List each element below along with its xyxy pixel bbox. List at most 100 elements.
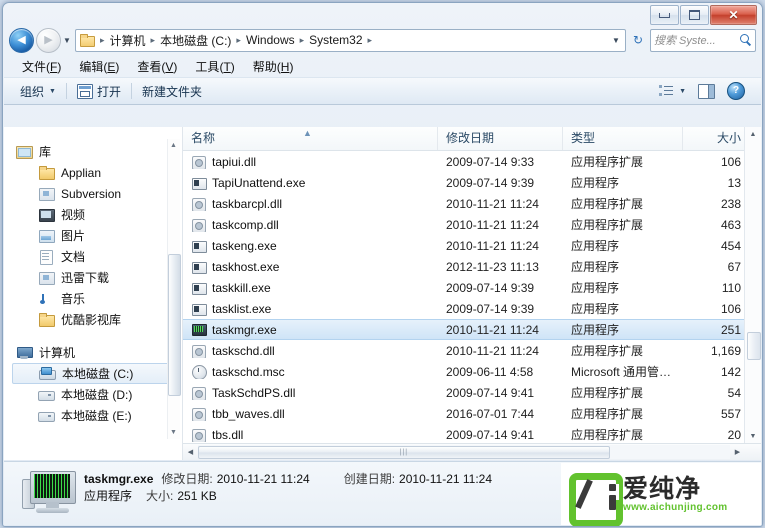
menu-item-edit[interactable]: 编辑(E) xyxy=(70,56,128,77)
help-button[interactable]: ? xyxy=(721,80,751,102)
breadcrumb-item-drive-c[interactable]: 本地磁盘 (C:) xyxy=(158,31,233,50)
address-dropdown-button[interactable]: ▼ xyxy=(609,36,623,45)
table-row[interactable]: taskbarcpl.dll 2010-11-21 11:24 应用程序扩展 2… xyxy=(183,193,761,214)
table-row[interactable]: TapiUnattend.exe 2009-07-14 9:39 应用程序 13 xyxy=(183,172,761,193)
breadcrumb-item-computer[interactable]: 计算机 xyxy=(108,31,148,50)
breadcrumb[interactable]: ▸ 计算机 ▸ 本地磁盘 (C:) ▸ Windows ▸ System32 ▸… xyxy=(75,28,626,52)
main-content: 库 Applian Subversion 视频 图片 文档 迅雷下载 音乐 优酷… xyxy=(4,127,761,460)
scroll-right-button[interactable]: ▶ xyxy=(730,445,745,460)
table-row[interactable]: taskeng.exe 2010-11-21 11:24 应用程序 454 xyxy=(183,235,761,256)
column-header-type[interactable]: 类型 xyxy=(563,127,683,150)
sort-ascending-icon: ▲ xyxy=(303,128,312,138)
preview-pane-button[interactable] xyxy=(692,82,721,101)
column-headers: 名称 修改日期 类型 大小 ▲ xyxy=(183,127,761,151)
sidebar-item-music[interactable]: 音乐 xyxy=(4,288,182,309)
help-icon: ? xyxy=(727,82,745,100)
column-header-date[interactable]: 修改日期 xyxy=(438,127,563,150)
sidebar-item-subversion[interactable]: Subversion xyxy=(4,183,182,204)
menu-item-file[interactable]: 文件(F) xyxy=(13,56,70,77)
navigation-scrollbar[interactable]: ▲ ▼ xyxy=(167,139,181,439)
cell-type: 应用程序 xyxy=(571,239,620,253)
sidebar-item-label: 本地磁盘 (D:) xyxy=(61,388,133,402)
table-row[interactable]: taskschd.dll 2010-11-21 11:24 应用程序扩展 1,1… xyxy=(183,340,761,361)
breadcrumb-item-windows[interactable]: Windows xyxy=(244,32,297,48)
forward-button[interactable]: ▶ xyxy=(36,27,61,53)
back-button[interactable]: ◀ xyxy=(9,27,34,53)
sidebar-item-label: 计算机 xyxy=(39,346,76,360)
list-vertical-scrollbar[interactable]: ▲ ▼ xyxy=(744,127,761,444)
column-header-size[interactable]: 大小 xyxy=(683,127,747,150)
video-icon xyxy=(38,207,55,222)
sidebar-item-documents[interactable]: 文档 xyxy=(4,246,182,267)
history-dropdown-button[interactable]: ▼ xyxy=(61,36,73,45)
menu-item-view[interactable]: 查看(V) xyxy=(128,56,186,77)
new-folder-button[interactable]: 新建文件夹 xyxy=(136,81,208,102)
details-filename: taskmgr.exe xyxy=(84,472,154,486)
msc-clock-icon xyxy=(191,364,207,379)
cell-size: 106 xyxy=(720,154,741,169)
details-line-1: taskmgr.exe 修改日期: 2010-11-21 11:24 创建日期:… xyxy=(84,471,492,488)
organize-button[interactable]: 组织 ▼ xyxy=(14,81,62,102)
sidebar-item-applian[interactable]: Applian xyxy=(4,162,182,183)
scroll-up-button[interactable]: ▲ xyxy=(167,139,180,152)
table-row[interactable]: tbs.dll 2009-07-14 9:41 应用程序扩展 20 xyxy=(183,424,761,443)
sidebar-item-drive-c[interactable]: 本地磁盘 (C:) xyxy=(12,363,178,384)
scrollbar-thumb[interactable]: ||| xyxy=(198,446,610,459)
sidebar-item-youku-library[interactable]: 优酷影视库 xyxy=(4,309,182,330)
cell-type: 应用程序扩展 xyxy=(571,428,644,442)
maximize-button[interactable] xyxy=(680,5,709,25)
sidebar-item-drive-d[interactable]: 本地磁盘 (D:) xyxy=(4,384,182,405)
cell-date: 2009-07-14 9:39 xyxy=(446,280,535,295)
table-row[interactable]: tbb_waves.dll 2016-07-01 7:44 应用程序扩展 557 xyxy=(183,403,761,424)
window-controls: ✕ xyxy=(649,5,757,25)
scroll-down-button[interactable]: ▼ xyxy=(745,429,761,444)
details-line-2: 应用程序 大小: 251 KB xyxy=(84,488,492,505)
scrollbar-thumb[interactable] xyxy=(168,254,181,396)
sidebar-item-thunder-downloads[interactable]: 迅雷下载 xyxy=(4,267,182,288)
close-button[interactable]: ✕ xyxy=(710,5,757,25)
sidebar-item-drive-e[interactable]: 本地磁盘 (E:) xyxy=(4,405,182,426)
table-row[interactable]: taskkill.exe 2009-07-14 9:39 应用程序 110 xyxy=(183,277,761,298)
sidebar-item-pictures[interactable]: 图片 xyxy=(4,225,182,246)
cell-name: taskbarcpl.dll xyxy=(183,197,438,211)
table-row[interactable]: taskhost.exe 2012-11-23 11:13 应用程序 67 xyxy=(183,256,761,277)
breadcrumb-item-system32[interactable]: System32 xyxy=(307,32,364,48)
menu-item-tools[interactable]: 工具(T) xyxy=(186,56,243,77)
scrollbar-thumb[interactable] xyxy=(747,332,761,360)
grip-icon: ||| xyxy=(399,449,409,456)
folder-icon xyxy=(80,34,95,47)
menu-item-help[interactable]: 帮助(H) xyxy=(244,56,303,77)
cell-type: 应用程序 xyxy=(571,302,620,316)
breadcrumb-separator: ▸ xyxy=(150,34,156,45)
file-name: tbb_waves.dll xyxy=(212,406,285,421)
cell-name: taskschd.dll xyxy=(183,344,438,358)
library-icon xyxy=(16,144,33,159)
table-row[interactable]: tapiui.dll 2009-07-14 9:33 应用程序扩展 106 xyxy=(183,151,761,172)
scrollbar-track[interactable]: ||| xyxy=(198,445,730,459)
table-row[interactable]: taskcomp.dll 2010-11-21 11:24 应用程序扩展 463 xyxy=(183,214,761,235)
sidebar-item-library[interactable]: 库 xyxy=(4,141,182,162)
details-modified-label: 修改日期: xyxy=(161,472,213,486)
sidebar-item-videos[interactable]: 视频 xyxy=(4,204,182,225)
minimize-button[interactable] xyxy=(650,5,679,25)
refresh-button[interactable]: ↻ xyxy=(628,30,648,51)
scroll-left-button[interactable]: ◀ xyxy=(183,445,198,460)
table-row[interactable]: taskschd.msc 2009-06-11 4:58 Microsoft 通… xyxy=(183,361,761,382)
search-input[interactable]: 搜索 Syste... xyxy=(650,28,756,52)
scroll-up-button[interactable]: ▲ xyxy=(745,127,761,142)
download-icon xyxy=(38,270,55,285)
breadcrumb-separator: ▸ xyxy=(367,34,373,45)
cell-date: 2009-07-14 9:33 xyxy=(446,154,535,169)
change-view-button[interactable]: ▼ xyxy=(653,83,692,100)
document-icon xyxy=(38,249,55,265)
sidebar-item-label: 视频 xyxy=(61,208,86,222)
table-row[interactable]: TaskSchdPS.dll 2009-07-14 9:41 应用程序扩展 54 xyxy=(183,382,761,403)
table-row[interactable]: tasklist.exe 2009-07-14 9:39 应用程序 106 xyxy=(183,298,761,319)
cell-type: 应用程序 xyxy=(571,176,620,190)
scroll-down-button[interactable]: ▼ xyxy=(167,426,180,439)
open-button[interactable]: 打开 xyxy=(71,81,127,102)
list-horizontal-scrollbar[interactable]: ◀ ||| ▶ xyxy=(183,443,761,460)
sidebar-item-computer[interactable]: 计算机 xyxy=(4,342,182,363)
cell-size: 557 xyxy=(720,406,741,421)
table-row-selected[interactable]: taskmgr.exe 2010-11-21 11:24 应用程序 251 xyxy=(183,319,761,340)
